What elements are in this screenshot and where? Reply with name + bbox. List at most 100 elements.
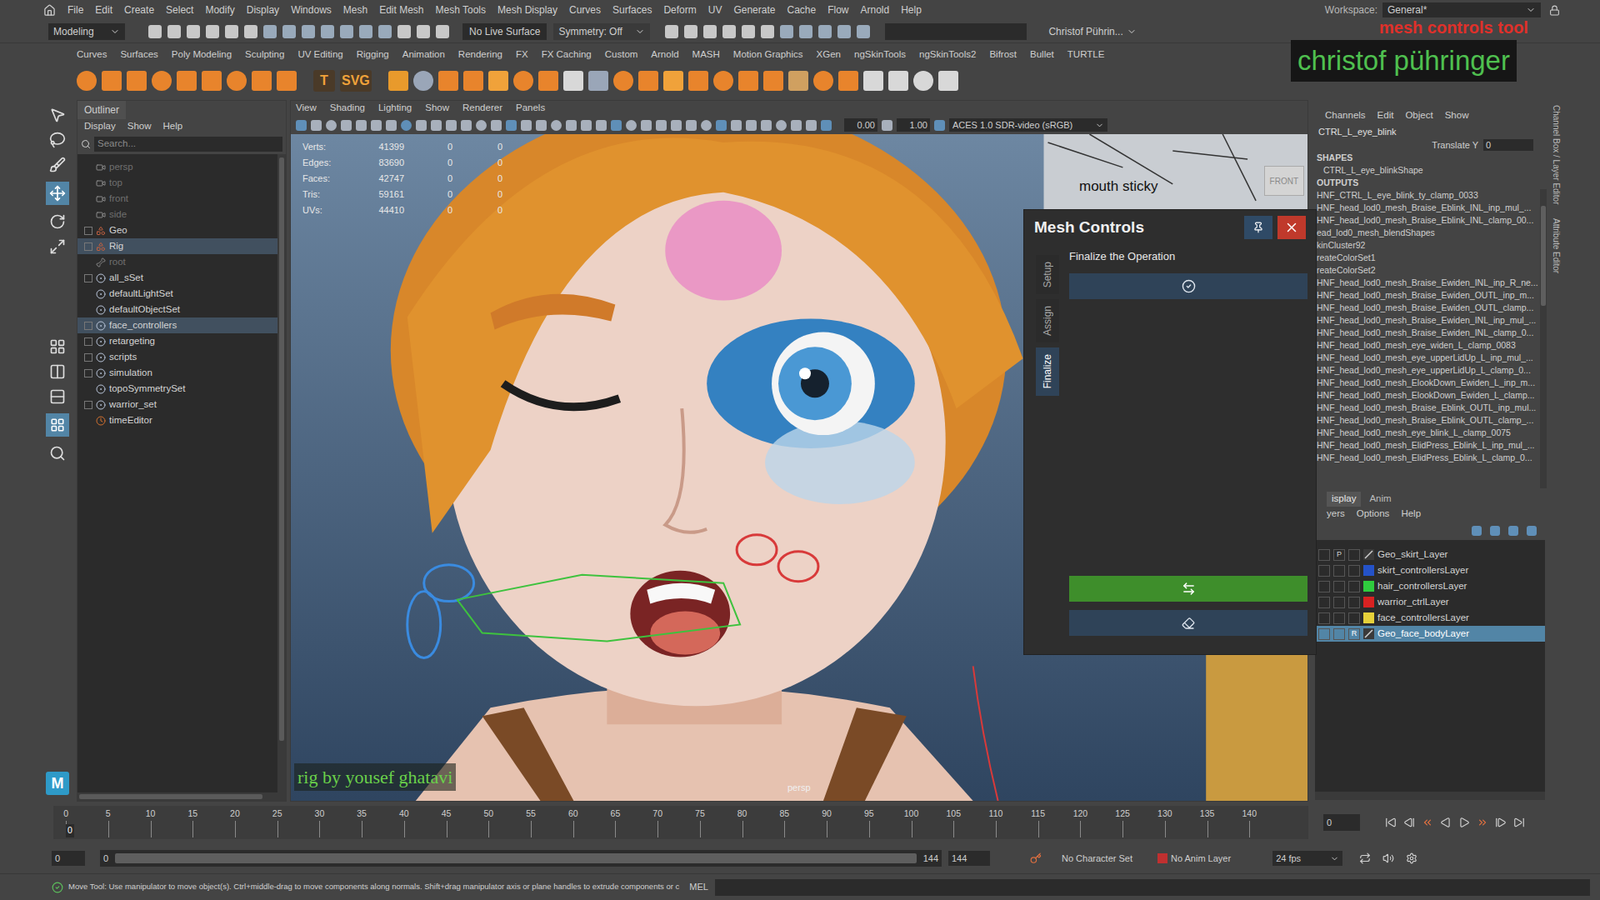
visibility-toggle[interactable] <box>1318 628 1330 640</box>
visibility-toggle[interactable] <box>1318 612 1330 625</box>
shelf-tool-icon[interactable] <box>126 70 147 91</box>
command-input[interactable] <box>715 879 1590 896</box>
visibility-toggle[interactable] <box>1318 565 1330 577</box>
viewport-tool-icon[interactable] <box>745 120 757 131</box>
shelf-tool-icon[interactable] <box>863 70 884 91</box>
menu-item[interactable]: Deform <box>663 2 696 18</box>
shelf-tool-icon[interactable] <box>438 70 459 91</box>
shelf-tool-icon[interactable] <box>226 70 247 91</box>
fps-dropdown[interactable]: 24 fps <box>1272 850 1343 866</box>
output-node[interactable]: HNF_head_lod0_mesh_ElookDown_Ewiden_L_in… <box>1316 376 1540 390</box>
visibility-toggle[interactable] <box>1318 549 1330 561</box>
output-node[interactable]: HNF_head_lod0_mesh_eye_widen_L_clamp_008… <box>1316 339 1540 352</box>
playback-flag[interactable] <box>1333 565 1345 577</box>
vertical-scrollbar[interactable] <box>277 154 286 793</box>
output-node[interactable]: HNF_head_lod0_mesh_ElidPress_Eblink_L_cl… <box>1316 451 1540 465</box>
shelf-tab[interactable]: Custom <box>605 47 639 62</box>
shelf-tool-icon[interactable] <box>713 70 734 91</box>
end-time-field[interactable]: 144 <box>948 850 990 866</box>
shelf-tool-icon[interactable] <box>638 70 659 91</box>
finalize-button[interactable] <box>1069 273 1308 300</box>
outliner-item[interactable]: root <box>77 254 278 270</box>
layer-menu-item[interactable]: Help <box>1400 506 1421 521</box>
stacked-views-icon[interactable] <box>49 388 66 405</box>
symmetry-dropdown[interactable]: Symmetry: Off <box>553 23 650 40</box>
step-forward-icon[interactable] <box>1495 816 1507 829</box>
outliner-item[interactable]: face_controllers <box>77 317 278 334</box>
expand-toggle[interactable] <box>84 321 93 330</box>
render-tool-icon[interactable] <box>837 25 851 39</box>
shelf-tab[interactable]: Animation <box>402 47 445 62</box>
viewport-tool-icon[interactable] <box>580 120 592 131</box>
two-views-icon[interactable] <box>49 363 66 380</box>
maya-logo[interactable]: M <box>45 771 70 795</box>
shelf-tab[interactable]: FX <box>515 47 529 62</box>
horizontal-scrollbar[interactable] <box>77 792 286 801</box>
layer-row[interactable]: face_controllersLayer <box>1315 610 1545 626</box>
viewport-tool-icon[interactable] <box>460 120 472 131</box>
status-tool-icon[interactable] <box>167 25 181 39</box>
viewport-tool-icon[interactable] <box>370 120 382 131</box>
status-tool-icon[interactable] <box>340 25 354 39</box>
workspace-dropdown[interactable]: General* <box>1382 2 1541 18</box>
viewport-tool-icon[interactable] <box>475 120 487 131</box>
viewport-tool-icon[interactable] <box>775 120 787 131</box>
layer-color-swatch[interactable] <box>1363 596 1375 608</box>
status-tool-icon[interactable] <box>263 25 277 39</box>
viewport-tool-icon[interactable] <box>670 120 682 131</box>
shelf-tool-icon[interactable] <box>838 70 859 91</box>
visibility-toggle[interactable] <box>1318 596 1330 609</box>
status-tool-icon[interactable] <box>397 25 411 39</box>
color-management-icon[interactable] <box>934 120 945 131</box>
shelf-tool-icon[interactable] <box>151 70 172 91</box>
expand-toggle[interactable] <box>84 274 93 283</box>
menu-item[interactable]: Select <box>165 2 194 18</box>
playback-flag[interactable] <box>1333 580 1345 593</box>
shelf-text-icon[interactable]: T <box>313 70 335 92</box>
shelf-tab[interactable]: Curves <box>76 47 107 62</box>
attribute-row[interactable]: Translate Y0 <box>1311 138 1549 152</box>
layer-color-swatch[interactable] <box>1363 580 1375 592</box>
menu-item[interactable]: Edit Mesh <box>379 2 424 18</box>
status-tool-icon[interactable] <box>378 25 392 39</box>
viewport-tool-icon[interactable] <box>295 120 307 131</box>
shelf-tab[interactable]: Surfaces <box>120 47 158 62</box>
viewport-tool-icon[interactable] <box>790 120 802 131</box>
paint-tool-icon[interactable] <box>49 156 66 174</box>
render-tool-icon[interactable] <box>703 25 717 39</box>
current-frame-field[interactable]: 0 <box>1323 814 1360 831</box>
outliner-item[interactable]: topoSymmetrySet <box>77 380 278 397</box>
range-end[interactable]: 144 <box>923 851 939 866</box>
reference-flag[interactable] <box>1348 580 1360 593</box>
shelf-tool-icon[interactable] <box>688 70 709 91</box>
outliner-item[interactable]: all_sSet <box>77 270 278 286</box>
current-frame-marker[interactable]: 0 <box>65 824 75 838</box>
shelf-tool-icon[interactable] <box>738 70 759 91</box>
play-forwards-icon[interactable] <box>1458 816 1470 829</box>
menu-item[interactable]: Help <box>900 2 922 18</box>
viewport-tool-icon[interactable] <box>415 120 427 131</box>
shelf-tool-icon[interactable] <box>201 70 222 91</box>
home-icon[interactable] <box>43 4 56 17</box>
menu-item[interactable]: Windows <box>290 2 332 18</box>
loop-icon[interactable] <box>1359 852 1371 865</box>
shelf-tab[interactable]: FX Caching <box>541 47 592 62</box>
outliner-item[interactable]: timeEditor <box>77 412 278 429</box>
timeline-track[interactable]: 0510152025303540455055606570758085909510… <box>53 805 1309 840</box>
shelf-tool-icon[interactable] <box>388 70 409 91</box>
status-tool-icon[interactable] <box>148 25 162 39</box>
layer-color-swatch[interactable] <box>1363 612 1375 624</box>
viewport-tool-icon[interactable] <box>355 120 367 131</box>
expand-toggle[interactable] <box>84 226 93 235</box>
menu-item[interactable]: Edit <box>95 2 113 18</box>
outliner-item[interactable]: retargeting <box>77 333 278 350</box>
reference-flag[interactable] <box>1348 596 1360 609</box>
move-tool-icon[interactable] <box>49 185 66 202</box>
viewport-tool-icon[interactable] <box>715 120 727 131</box>
mode-tab[interactable]: Assign <box>1035 299 1060 343</box>
exposure-icon[interactable] <box>881 120 893 131</box>
render-tool-icon[interactable] <box>818 25 832 39</box>
layer-row[interactable]: skirt_controllersLayer <box>1315 562 1545 579</box>
outliner-menu-item[interactable]: Show <box>127 119 152 134</box>
render-tool-icon[interactable] <box>780 25 794 39</box>
